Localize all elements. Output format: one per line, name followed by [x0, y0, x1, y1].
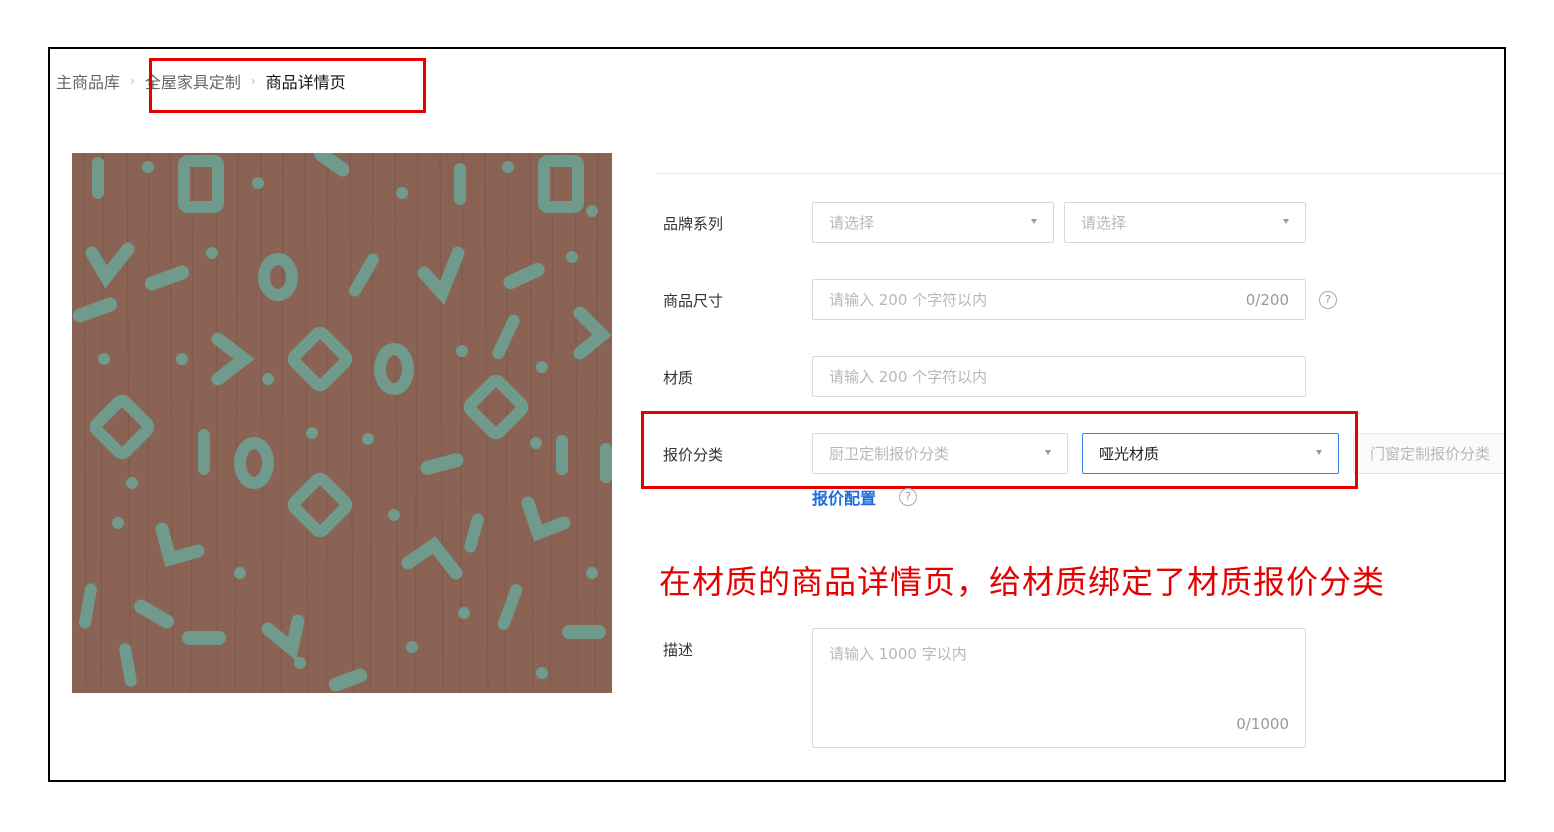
annotation-text: 在材质的商品详情页，给材质绑定了材质报价分类 [659, 563, 1386, 601]
size-label: 商品尺寸 [663, 292, 724, 310]
breadcrumb-separator: › [130, 74, 135, 88]
description-placeholder: 请输入 1000 字以内 [829, 645, 967, 663]
product-image [72, 153, 612, 693]
highlight-box-breadcrumb [149, 58, 426, 113]
description-char-counter: 0/1000 [1236, 715, 1289, 733]
size-input-placeholder: 请输入 200 个字符以内 [829, 291, 988, 309]
door-window-quote-category-placeholder: 门窗定制报价分类 [1370, 445, 1491, 463]
material-input-placeholder: 请输入 200 个字符以内 [829, 368, 988, 386]
brand-select-placeholder: 请选择 [829, 214, 875, 232]
quote-config-link[interactable]: 报价配置 [812, 485, 876, 509]
series-select[interactable]: 请选择 [1064, 202, 1306, 243]
description-textarea[interactable]: 请输入 1000 字以内 0/1000 [812, 628, 1306, 748]
caret-down-icon [1283, 219, 1289, 224]
highlight-box-quote-category [641, 411, 1358, 489]
brand-select[interactable]: 请选择 [812, 202, 1054, 243]
material-label: 材质 [663, 369, 694, 387]
caret-down-icon [1031, 219, 1037, 224]
help-icon[interactable]: ? [899, 488, 917, 506]
app-frame: 主商品库 › 全屋家具定制 › 商品详情页 品牌系列 请选择 请选择 商品尺寸 … [48, 47, 1506, 782]
breadcrumb-item-main-library[interactable]: 主商品库 [56, 69, 120, 93]
series-select-placeholder: 请选择 [1081, 214, 1127, 232]
product-texture [72, 153, 612, 693]
door-window-quote-category-select[interactable]: 门窗定制报价分类 [1353, 433, 1504, 474]
brand-series-label: 品牌系列 [663, 215, 724, 233]
help-icon[interactable]: ? [1319, 291, 1337, 309]
form-divider [655, 173, 1504, 174]
size-input[interactable]: 请输入 200 个字符以内 0/200 [812, 279, 1306, 320]
description-label: 描述 [663, 641, 694, 659]
material-input[interactable]: 请输入 200 个字符以内 [812, 356, 1306, 397]
size-char-counter: 0/200 [1245, 290, 1289, 309]
